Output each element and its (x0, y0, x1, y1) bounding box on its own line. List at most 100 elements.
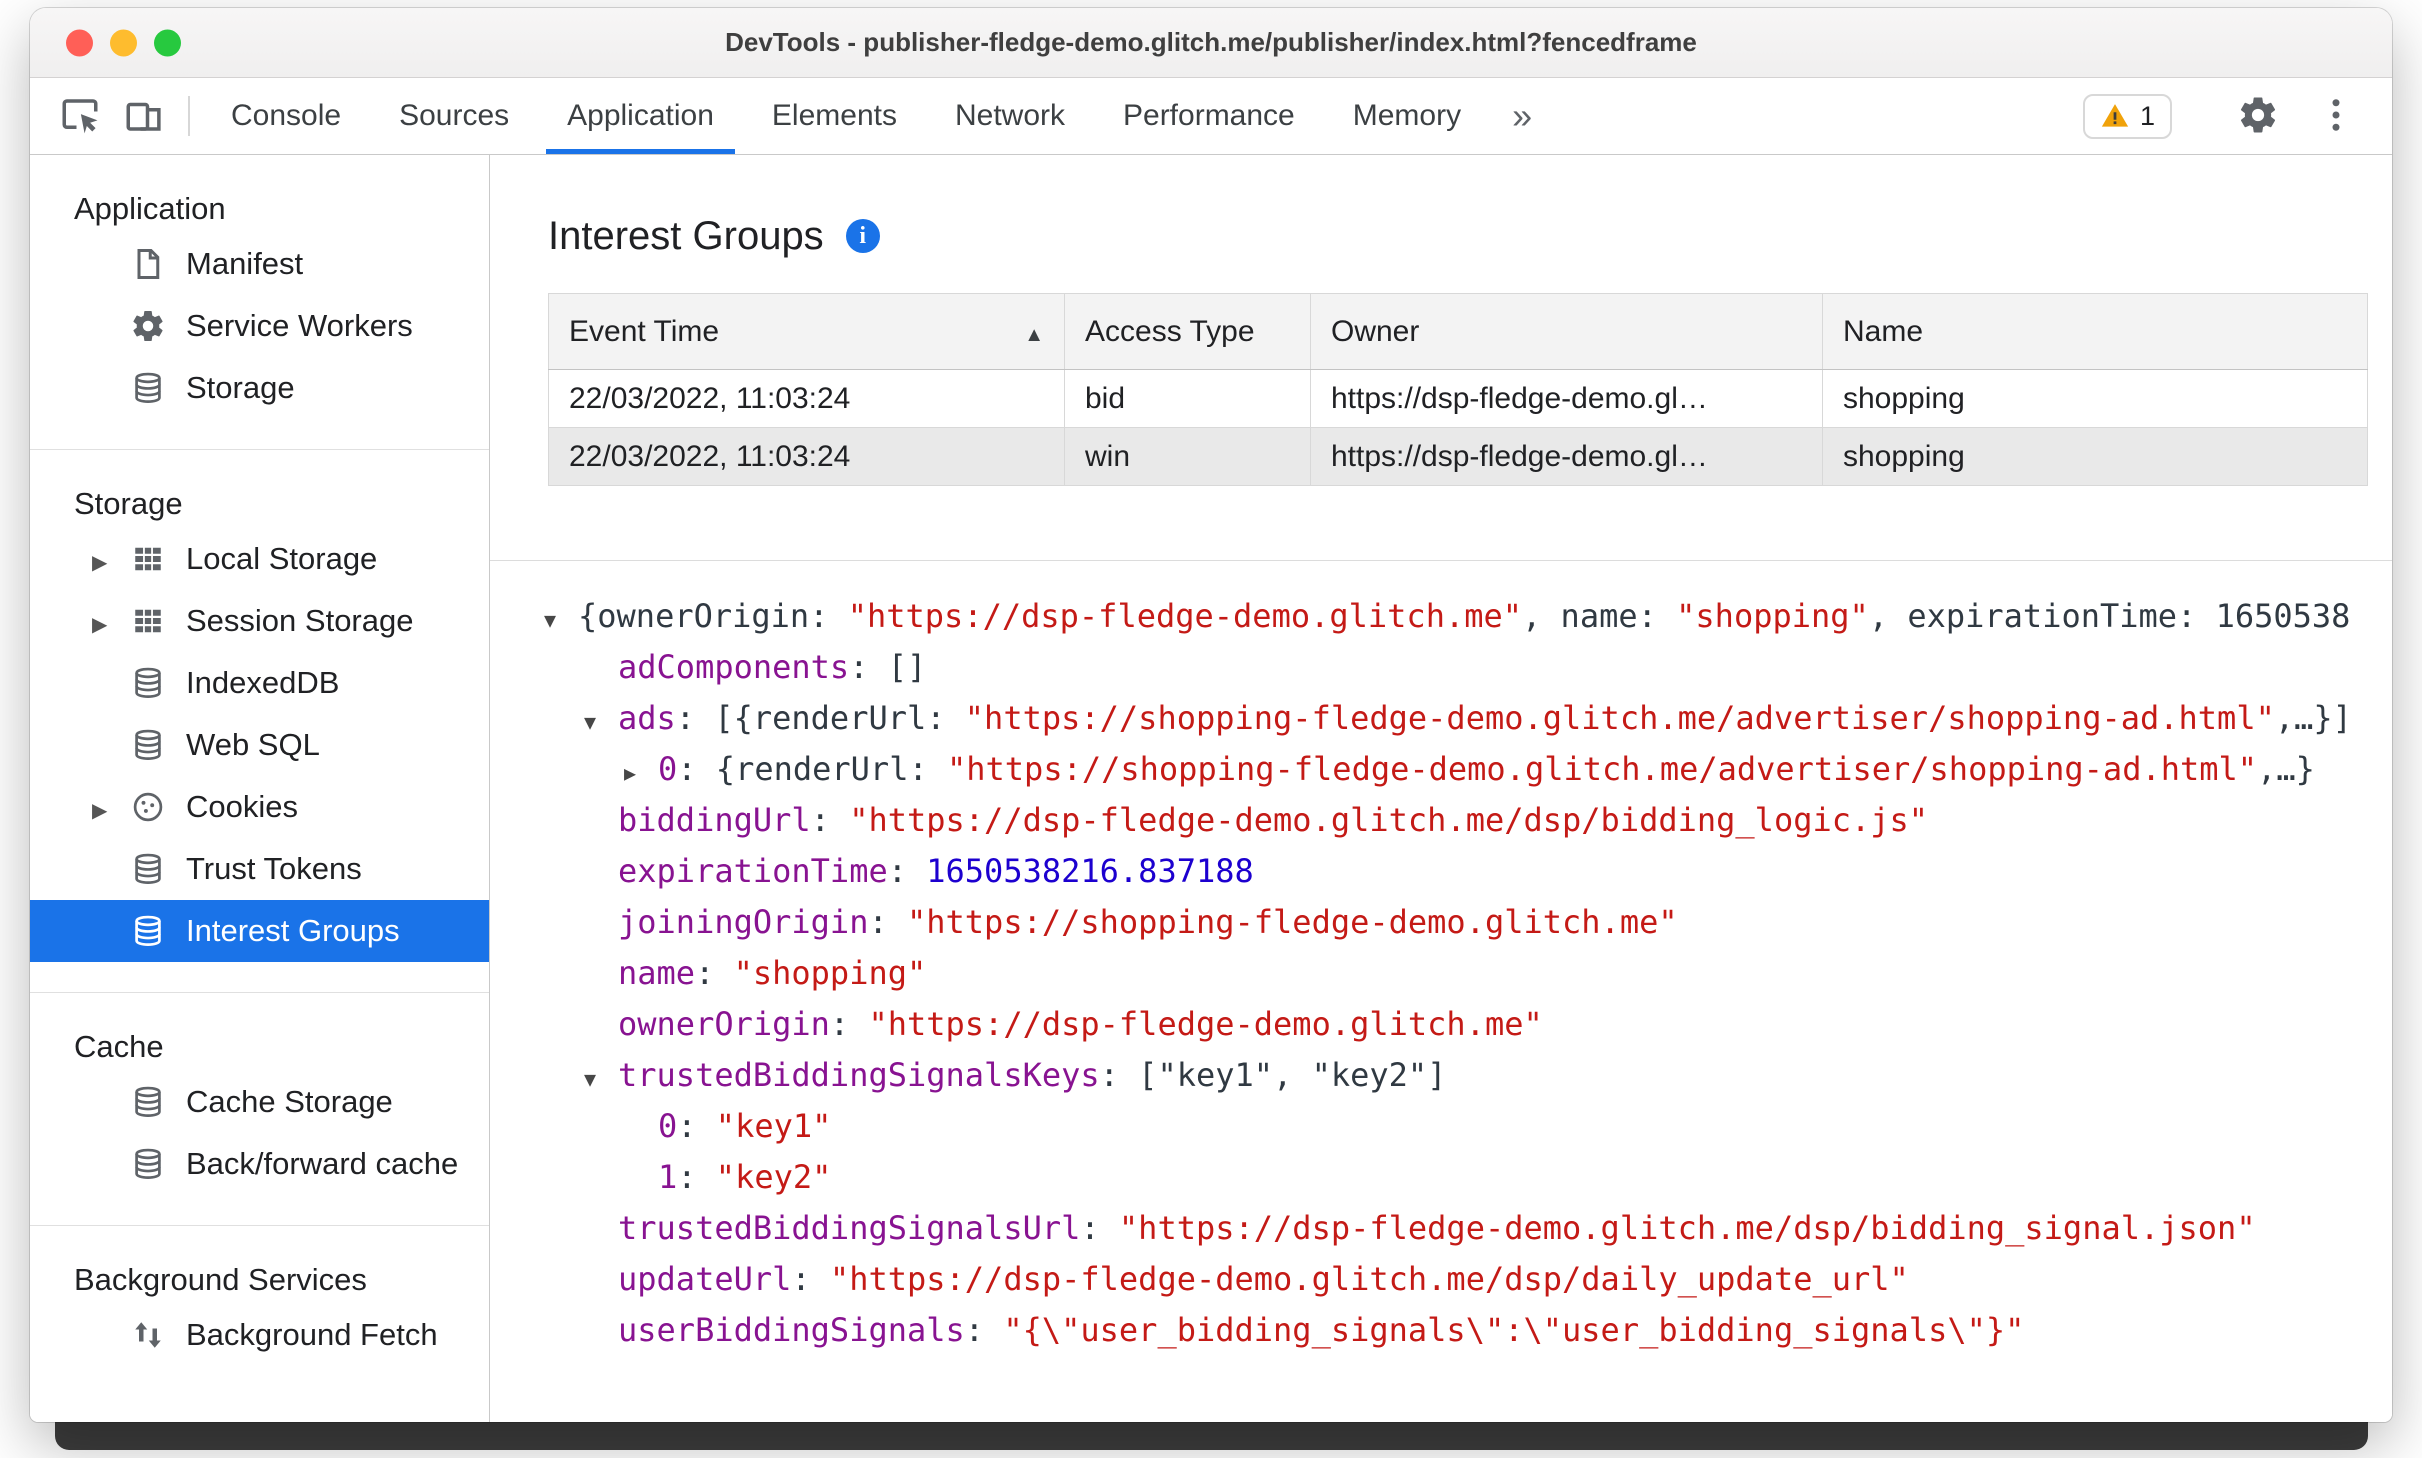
close-button[interactable] (66, 29, 93, 56)
sidebar-item-storage[interactable]: Storage (30, 357, 489, 419)
info-icon[interactable] (845, 219, 880, 253)
json-key: joiningOrigin (618, 903, 869, 941)
zoom-button[interactable] (154, 29, 181, 56)
json-string: "shopping" (733, 954, 927, 992)
menu-button[interactable] (2304, 94, 2368, 139)
sidebar-divider (30, 1225, 489, 1226)
sidebar-section-background-services[interactable]: Background Services (30, 1256, 489, 1304)
json-string: "https://shopping-fledge-demo.glitch.me" (906, 903, 1678, 941)
device-toolbar-icon (123, 94, 165, 139)
json-key: adComponents (618, 648, 850, 686)
more-tabs-button[interactable]: » (1490, 78, 1554, 154)
tree-line: name: "shopping" (544, 948, 2392, 999)
manifest-icon (128, 244, 168, 284)
json-string: "https://dsp-fledge-demo.glitch.me/dsp/b… (849, 801, 1929, 839)
tree-line: 0: "key1" (544, 1101, 2392, 1152)
json-key: ads (618, 699, 676, 737)
collapse-icon[interactable] (584, 1050, 618, 1105)
expand-icon[interactable] (92, 603, 128, 639)
sidebar-item-session-storage[interactable]: Session Storage (30, 590, 489, 652)
expand-icon[interactable] (624, 744, 658, 799)
table-cell: https://dsp-fledge-demo.gl… (1310, 427, 1823, 486)
sidebar-item-manifest[interactable]: Manifest (30, 233, 489, 295)
database-icon (128, 911, 168, 951)
json-key: name (618, 954, 696, 992)
minimize-button[interactable] (110, 29, 137, 56)
sidebar-divider (30, 449, 489, 450)
issues-count: 1 (2139, 100, 2155, 131)
column-label: Name (1843, 314, 1924, 348)
json-plain: : (868, 903, 907, 941)
main-toolbar: Console Sources Application Elements Network… (30, 78, 2392, 155)
settings-button[interactable] (2226, 94, 2290, 139)
column-header-name[interactable]: Name (1822, 293, 2368, 370)
sidebar-item-indexeddb[interactable]: IndexedDB (30, 652, 489, 714)
content-area: Application Manifest Service Workers Storag… (30, 155, 2392, 1422)
sidebar-item-label: Trust Tokens (186, 851, 362, 886)
table-row[interactable]: 22/03/2022, 11:03:24 bid https://dsp-fledg… (548, 369, 2368, 428)
table-cell: 22/03/2022, 11:03:24 (548, 369, 1065, 428)
sidebar-item-cookies[interactable]: Cookies (30, 776, 489, 838)
sidebar-item-back-forward-cache[interactable]: Back/forward cache (30, 1133, 489, 1195)
sidebar-item-label: Background Fetch (186, 1317, 438, 1352)
database-icon (128, 368, 168, 408)
json-number: 1650538216.837188 (926, 852, 1254, 890)
sidebar-section-cache[interactable]: Cache (30, 1023, 489, 1071)
tab-performance[interactable]: Performance (1094, 78, 1324, 154)
expand-icon[interactable] (92, 789, 128, 825)
sidebar-item-label: Cache Storage (186, 1084, 393, 1119)
interest-groups-table: Event Time Access Type Owner Name 22/03/202… (548, 293, 2368, 486)
sidebar-item-label: Web SQL (186, 727, 320, 762)
tree-line: {ownerOrigin: "https://dsp-fledge-demo.g… (544, 591, 2392, 642)
column-label: Owner (1331, 314, 1420, 348)
inspect-element-button[interactable] (48, 78, 112, 154)
sidebar-item-cache-storage[interactable]: Cache Storage (30, 1071, 489, 1133)
sidebar-section-storage[interactable]: Storage (30, 480, 489, 528)
sidebar-item-label: IndexedDB (186, 665, 340, 700)
json-plain: : (810, 801, 850, 839)
database-icon (128, 849, 168, 889)
sidebar-item-service-workers[interactable]: Service Workers (30, 295, 489, 357)
table-icon (128, 601, 168, 641)
json-plain: , name: (1522, 597, 1677, 635)
json-plain: : (829, 1005, 869, 1043)
column-header-owner[interactable]: Owner (1310, 293, 1823, 370)
json-key: 0 (658, 1107, 678, 1145)
sidebar-item-interest-groups[interactable]: Interest Groups (30, 900, 489, 962)
table-cell: 22/03/2022, 11:03:24 (548, 427, 1065, 486)
json-string: "https://dsp-fledge-demo.glitch.me" (847, 597, 1523, 635)
tab-network[interactable]: Network (926, 78, 1094, 154)
tab-sources[interactable]: Sources (370, 78, 538, 154)
json-plain: : {renderUrl: (677, 750, 947, 788)
collapse-icon[interactable] (584, 693, 618, 748)
sidebar-item-label: Back/forward cache (186, 1146, 459, 1181)
table-row[interactable]: 22/03/2022, 11:03:24 win https://dsp-fledg… (548, 427, 2368, 486)
device-toolbar-button[interactable] (112, 78, 176, 154)
json-plain: : ["key1", "key2"] (1099, 1056, 1447, 1094)
tree-line: 1: "key2" (544, 1152, 2392, 1203)
tab-application[interactable]: Application (538, 78, 743, 154)
column-header-event-time[interactable]: Event Time (548, 293, 1065, 370)
issues-badge[interactable]: 1 (2082, 93, 2172, 139)
json-plain: , expirationTime: 1650538 (1868, 597, 2351, 635)
application-sidebar: Application Manifest Service Workers Storag… (30, 155, 490, 1422)
json-key: updateUrl (618, 1260, 792, 1298)
column-header-access-type[interactable]: Access Type (1064, 293, 1311, 370)
collapse-icon[interactable] (544, 591, 578, 646)
sidebar-section-application[interactable]: Application (30, 185, 489, 233)
expand-icon[interactable] (92, 541, 128, 577)
sidebar-item-background-fetch[interactable]: Background Fetch (30, 1304, 489, 1366)
toolbar-right: 1 (2082, 78, 2368, 154)
json-plain: : (1080, 1209, 1119, 1247)
tab-elements[interactable]: Elements (743, 78, 926, 154)
tree-line: trustedBiddingSignalsKeys: ["key1", "key… (544, 1050, 2392, 1101)
tab-console[interactable]: Console (202, 78, 370, 154)
sidebar-item-trust-tokens[interactable]: Trust Tokens (30, 838, 489, 900)
sidebar-item-local-storage[interactable]: Local Storage (30, 528, 489, 590)
json-key: biddingUrl (618, 801, 811, 839)
tree-line: adComponents: [] (544, 642, 2392, 693)
json-key: trustedBiddingSignalsKeys (618, 1056, 1100, 1094)
tab-memory[interactable]: Memory (1324, 78, 1490, 154)
sidebar-item-web-sql[interactable]: Web SQL (30, 714, 489, 776)
sidebar-item-label: Service Workers (186, 308, 413, 343)
